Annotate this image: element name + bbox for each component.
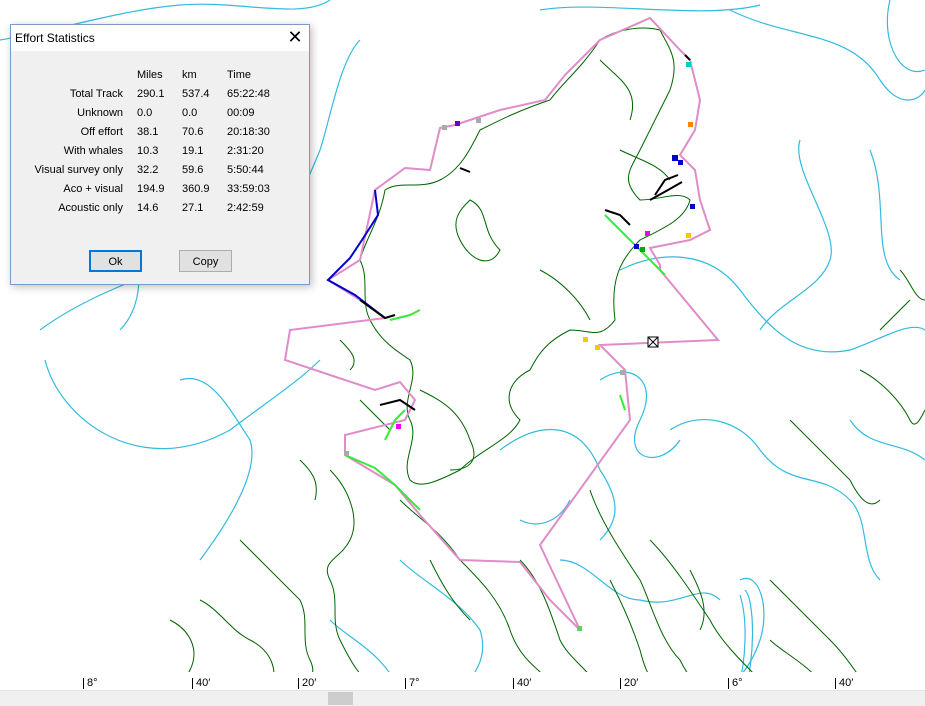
time-value: 00:09 xyxy=(227,107,255,119)
table-row: Off effort 38.1 70.6 20:18:30 xyxy=(11,126,309,140)
sighting-markers xyxy=(344,62,695,631)
longitude-tick: 40′ xyxy=(192,678,210,689)
scrollbar-thumb[interactable] xyxy=(328,692,353,705)
miles-value: 14.6 xyxy=(137,202,159,214)
longitude-tick: 7° xyxy=(405,678,420,689)
time-value: 5:50:44 xyxy=(227,164,264,176)
effort-statistics-dialog: Effort Statistics ✕ Miles km Time Total … xyxy=(10,24,310,285)
longitude-tick: 20′ xyxy=(620,678,638,689)
longitude-tick: 20′ xyxy=(298,678,316,689)
km-value: 537.4 xyxy=(182,88,210,100)
track-offeffort xyxy=(283,16,721,631)
column-header-km: km xyxy=(182,69,197,81)
longitude-tick: 40′ xyxy=(513,678,531,689)
longitude-tick: 40′ xyxy=(835,678,853,689)
row-label: With whales xyxy=(63,145,123,157)
horizontal-scrollbar[interactable] xyxy=(0,690,925,706)
miles-value: 32.2 xyxy=(137,164,159,176)
dialog-title: Effort Statistics xyxy=(15,31,95,45)
row-label: Unknown xyxy=(77,107,123,119)
table-row: Visual survey only 32.2 59.6 5:50:44 xyxy=(11,164,309,178)
copy-button[interactable]: Copy xyxy=(179,250,232,272)
longitude-tick: 8° xyxy=(83,678,98,689)
time-value: 2:42:59 xyxy=(227,202,264,214)
vessel-marker-icon[interactable] xyxy=(647,336,659,348)
km-value: 0.0 xyxy=(182,107,198,119)
miles-value: 0.0 xyxy=(137,107,153,119)
km-value: 59.6 xyxy=(182,164,204,176)
row-label: Visual survey only xyxy=(34,164,123,176)
table-row: With whales 10.3 19.1 2:31:20 xyxy=(11,145,309,159)
table-row: Unknown 0.0 0.0 00:09 xyxy=(11,107,309,121)
column-header-miles: Miles xyxy=(137,69,163,81)
table-header: Miles km Time xyxy=(11,69,309,83)
row-label: Total Track xyxy=(69,88,123,100)
row-label: Off effort xyxy=(80,126,123,138)
km-value: 70.6 xyxy=(182,126,204,138)
km-value: 360.9 xyxy=(182,183,210,195)
dialog-titlebar[interactable]: Effort Statistics ✕ xyxy=(11,25,309,51)
column-header-time: Time xyxy=(227,69,252,81)
time-value: 2:31:20 xyxy=(227,145,264,157)
km-value: 27.1 xyxy=(182,202,204,214)
miles-value: 38.1 xyxy=(137,126,159,138)
table-row: Aco + visual 194.9 360.9 33:59:03 xyxy=(11,183,309,197)
time-value: 33:59:03 xyxy=(227,183,270,195)
row-label: Aco + visual xyxy=(63,183,123,195)
table-row: Acoustic only 14.6 27.1 2:42:59 xyxy=(11,202,309,216)
track-acoustic xyxy=(359,299,396,320)
survey-track xyxy=(283,16,721,631)
table-row: Total Track 290.1 537.4 65:22:48 xyxy=(11,88,309,102)
time-value: 20:18:30 xyxy=(227,126,270,138)
miles-value: 194.9 xyxy=(137,183,165,195)
km-value: 19.1 xyxy=(182,145,204,157)
row-label: Acoustic only xyxy=(58,202,123,214)
longitude-scale: 8° 40′ 20′ 7° 40′ 20′ 6° 40′ xyxy=(0,672,925,690)
close-icon[interactable]: ✕ xyxy=(281,25,309,51)
miles-value: 10.3 xyxy=(137,145,159,157)
miles-value: 290.1 xyxy=(137,88,165,100)
longitude-tick: 6° xyxy=(728,678,743,689)
ok-button[interactable]: Ok xyxy=(89,250,142,272)
time-value: 65:22:48 xyxy=(227,88,270,100)
